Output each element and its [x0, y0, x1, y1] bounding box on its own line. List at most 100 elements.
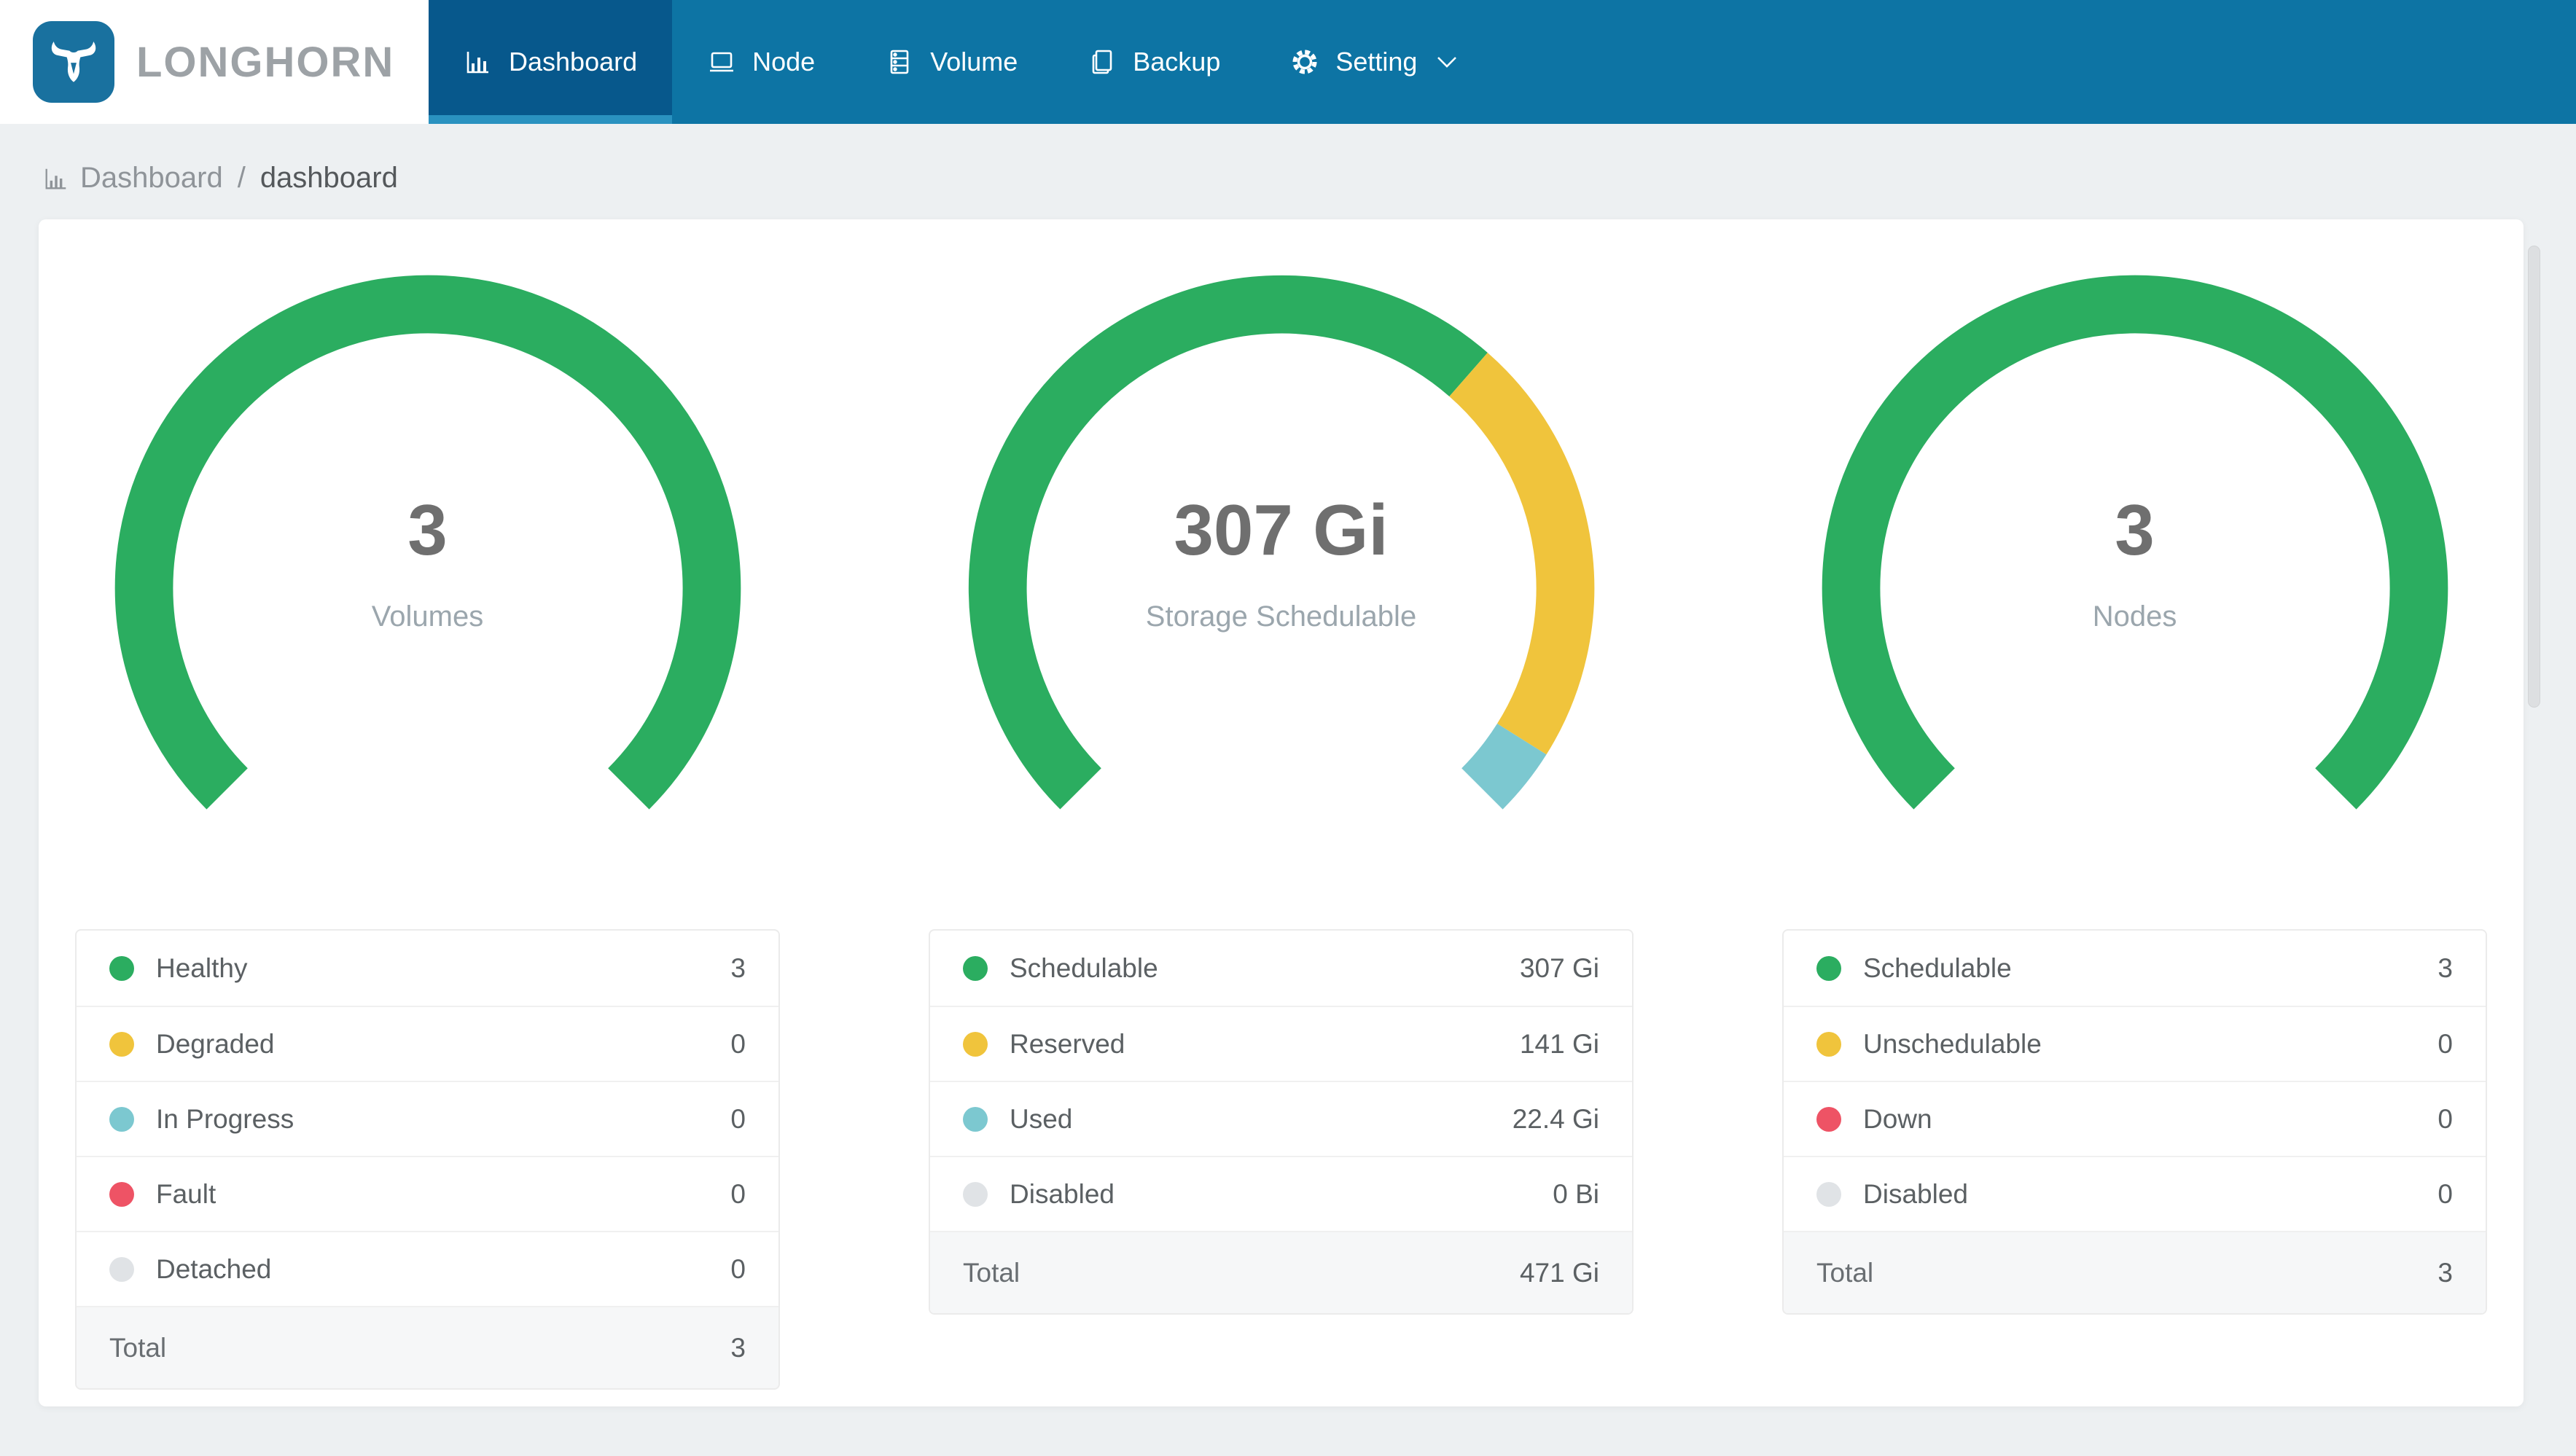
- disabled-status-dot: [1816, 1181, 1841, 1207]
- nav-label: Dashboard: [509, 47, 638, 77]
- legend-label: Used: [1010, 1103, 1073, 1134]
- breadcrumb-root-link[interactable]: Dashboard: [80, 162, 223, 195]
- breadcrumb: Dashboard / dashboard: [42, 162, 2576, 195]
- breadcrumb-separator: /: [237, 162, 246, 194]
- schedulable-status-dot: [963, 955, 988, 981]
- legend-value: 0: [2438, 1028, 2453, 1059]
- vertical-scrollbar-thumb[interactable]: [2528, 246, 2540, 708]
- volumes-legend-table: Healthy 3 Degraded 0 In Progress 0 Fault…: [75, 929, 780, 1390]
- dashboard-icon: [464, 47, 493, 77]
- legend-label: Detached: [156, 1253, 272, 1284]
- legend-label: Disabled: [1010, 1178, 1115, 1209]
- legend-row-down: Down 0: [1784, 1081, 2486, 1156]
- node-icon: [707, 47, 736, 77]
- legend-value: 141 Gi: [1519, 1028, 1599, 1059]
- legend-row-unschedulable: Unschedulable 0: [1784, 1006, 2486, 1081]
- nodes-gauge-arc: [1822, 275, 2448, 810]
- legend-value: 0: [730, 1103, 746, 1134]
- used-status-dot: [963, 1106, 988, 1132]
- legend-value: 22.4 Gi: [1512, 1103, 1599, 1134]
- volumes-column: 3 Volumes Healthy 3 Degraded 0 In Progre…: [75, 219, 780, 1406]
- legend-row-degraded: Degraded 0: [77, 1006, 778, 1081]
- app-logo: LONGHORN: [0, 0, 429, 124]
- total-value: 471 Gi: [1519, 1257, 1599, 1288]
- total-label: Total: [109, 1332, 167, 1363]
- nav-item-node[interactable]: Node: [672, 0, 850, 124]
- legend-label: Down: [1863, 1103, 1932, 1134]
- legend-row-in-progress: In Progress 0: [77, 1081, 778, 1156]
- storage-gauge-arc: [968, 275, 1594, 810]
- total-label: Total: [1816, 1257, 1874, 1288]
- volumes-gauge: 3 Volumes: [93, 253, 763, 923]
- legend-label: Degraded: [156, 1028, 275, 1059]
- legend-label: Schedulable: [1863, 952, 2012, 983]
- schedulable-status-dot: [1816, 955, 1841, 981]
- legend-row-detached: Detached 0: [77, 1231, 778, 1306]
- storage-total-row: Total 471 Gi: [930, 1231, 1632, 1313]
- dashboard-card: 3 Volumes Healthy 3 Degraded 0 In Progre…: [39, 219, 2524, 1406]
- chevron-down-icon: [1433, 55, 1458, 69]
- legend-value: 0: [730, 1028, 746, 1059]
- legend-value: 3: [2438, 952, 2453, 983]
- nodes-legend-table: Schedulable 3 Unschedulable 0 Down 0 Dis…: [1782, 929, 2487, 1315]
- legend-value: 307 Gi: [1519, 952, 1599, 983]
- storage-gauge: 307 Gi Storage Schedulable: [946, 253, 1617, 923]
- in-progress-status-dot: [109, 1106, 134, 1132]
- setting-gear-icon: [1290, 47, 1319, 77]
- nodes-column: 3 Nodes Schedulable 3 Unschedulable 0 Do…: [1782, 219, 2487, 1406]
- legend-label: Fault: [156, 1178, 216, 1209]
- legend-row-healthy: Healthy 3: [77, 931, 778, 1006]
- storage-column: 307 Gi Storage Schedulable Schedulable 3…: [929, 219, 1634, 1406]
- nav-label: Setting: [1335, 47, 1418, 77]
- legend-row-fault: Fault 0: [77, 1156, 778, 1231]
- legend-value: 3: [730, 952, 746, 983]
- app-header: LONGHORN Dashboard Node Volume Backup Se…: [0, 0, 2576, 124]
- legend-label: Schedulable: [1010, 952, 1158, 983]
- logo-wordmark: LONGHORN: [136, 38, 395, 86]
- volume-icon: [885, 47, 914, 77]
- reserved-status-dot: [963, 1031, 988, 1057]
- breadcrumb-current-page: dashboard: [259, 162, 398, 194]
- total-value: 3: [730, 1332, 746, 1363]
- longhorn-bull-icon: [33, 21, 114, 103]
- legend-row-used: Used 22.4 Gi: [930, 1081, 1632, 1156]
- legend-row-schedulable: Schedulable 3: [1784, 931, 2486, 1006]
- nav-item-backup[interactable]: Backup: [1053, 0, 1255, 124]
- backup-icon: [1088, 47, 1117, 77]
- unschedulable-status-dot: [1816, 1031, 1841, 1057]
- detached-status-dot: [109, 1256, 134, 1282]
- total-label: Total: [963, 1257, 1020, 1288]
- legend-row-disabled: Disabled 0: [1784, 1156, 2486, 1231]
- nav-item-volume[interactable]: Volume: [850, 0, 1053, 124]
- nodes-total-row: Total 3: [1784, 1231, 2486, 1313]
- legend-value: 0 Bi: [1553, 1178, 1599, 1209]
- legend-value: 0: [2438, 1103, 2453, 1134]
- nav-label: Volume: [930, 47, 1018, 77]
- disabled-status-dot: [963, 1181, 988, 1207]
- nodes-gauge: 3 Nodes: [1800, 253, 2470, 923]
- nav-item-dashboard[interactable]: Dashboard: [429, 0, 673, 124]
- legend-label: Disabled: [1863, 1178, 1968, 1209]
- legend-value: 0: [2438, 1178, 2453, 1209]
- legend-label: Healthy: [156, 952, 248, 983]
- volumes-total-row: Total 3: [77, 1306, 778, 1388]
- degraded-status-dot: [109, 1031, 134, 1057]
- fault-status-dot: [109, 1181, 134, 1207]
- nav-item-setting[interactable]: Setting: [1255, 0, 1493, 124]
- storage-legend-table: Schedulable 307 Gi Reserved 141 Gi Used …: [929, 929, 1634, 1315]
- nav-label: Backup: [1133, 47, 1221, 77]
- legend-label: Unschedulable: [1863, 1028, 2042, 1059]
- breadcrumb-chart-icon: [42, 165, 70, 192]
- legend-row-reserved: Reserved 141 Gi: [930, 1006, 1632, 1081]
- healthy-status-dot: [109, 955, 134, 981]
- legend-value: 0: [730, 1178, 746, 1209]
- total-value: 3: [2438, 1257, 2453, 1288]
- legend-value: 0: [730, 1253, 746, 1284]
- nav-label: Node: [752, 47, 816, 77]
- down-status-dot: [1816, 1106, 1841, 1132]
- legend-label: Reserved: [1010, 1028, 1125, 1059]
- legend-label: In Progress: [156, 1103, 294, 1134]
- legend-row-schedulable: Schedulable 307 Gi: [930, 931, 1632, 1006]
- legend-row-disabled: Disabled 0 Bi: [930, 1156, 1632, 1231]
- main-nav: Dashboard Node Volume Backup Setting: [429, 0, 2576, 124]
